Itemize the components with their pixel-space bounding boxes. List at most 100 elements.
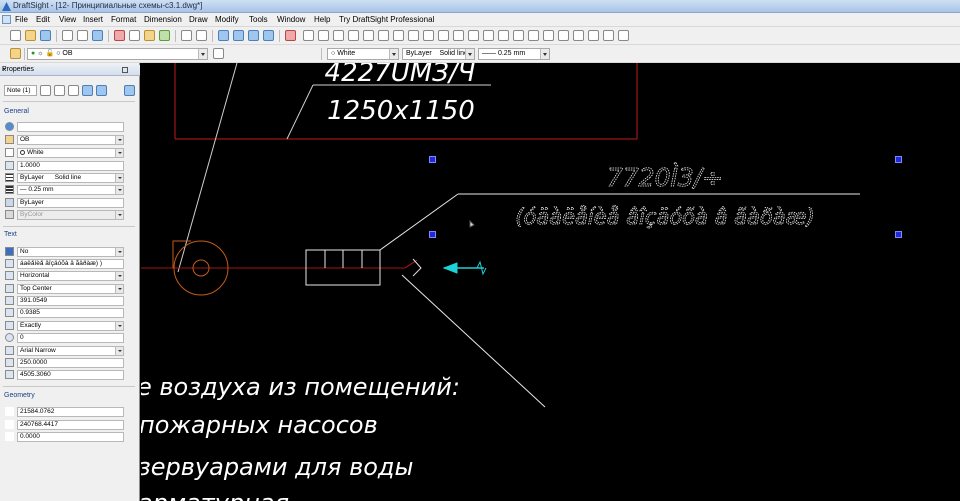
undo-icon[interactable] [181, 30, 192, 41]
zoom-extents-icon[interactable] [263, 30, 274, 41]
menu-dimension[interactable]: Dimension [144, 15, 182, 24]
circle-icon[interactable] [393, 30, 404, 41]
quick-select-icon[interactable] [40, 85, 51, 96]
linetype-field[interactable]: ByLayer Solid line [17, 173, 124, 183]
toggle-pickadd-icon[interactable] [68, 85, 79, 96]
lineweight-select[interactable]: —— 0.25 mm [478, 48, 550, 60]
copy-properties-icon[interactable] [96, 85, 107, 96]
lineweight-field-value: 0.25 mm [28, 186, 54, 193]
block-icon[interactable] [483, 30, 494, 41]
layer-previous-icon[interactable] [213, 48, 224, 59]
selection-filter[interactable]: Note (1) [4, 85, 37, 96]
position-x-field[interactable]: 21584.0762 [17, 407, 124, 417]
menu-insert[interactable]: Insert [83, 15, 103, 24]
lineweight-field[interactable]: — 0.25 mm [17, 185, 124, 195]
scale-field[interactable]: 1.0000 [17, 161, 124, 171]
print-preview-icon[interactable] [77, 30, 88, 41]
color-select[interactable]: ○ White [327, 48, 399, 60]
diamond-icon[interactable] [603, 30, 614, 41]
handle-field[interactable] [17, 122, 124, 132]
ellipse-arc-icon[interactable] [438, 30, 449, 41]
menu-try-professional[interactable]: Try DraftSight Professional [339, 15, 434, 24]
menu-file[interactable]: File [15, 15, 28, 24]
contents-field[interactable]: áaëåíèå âîçäóõà â ãäðàæ) ) [17, 259, 124, 269]
polygon-icon[interactable] [348, 30, 359, 41]
color-field[interactable]: White [17, 148, 124, 158]
selection-grip[interactable] [429, 231, 436, 238]
save-icon[interactable] [40, 30, 51, 41]
layer-manager-icon[interactable] [10, 48, 21, 59]
menu-edit[interactable]: Edit [36, 15, 50, 24]
spline-icon[interactable] [408, 30, 419, 41]
line-icon[interactable] [303, 30, 314, 41]
rotation-icon [5, 333, 14, 342]
rotation-field[interactable]: 0 [17, 333, 124, 343]
zoom-window-icon[interactable] [248, 30, 259, 41]
text-style-field[interactable]: Arial Narrow [17, 346, 124, 356]
open-file-icon[interactable] [25, 30, 36, 41]
donut-icon[interactable] [618, 30, 629, 41]
drawing-canvas[interactable]: 4227ÙМЗ/Ч 1250x1150 7720Ì3/÷ (óäàëåíèå â… [141, 63, 960, 501]
rectangle-shape-icon[interactable] [588, 30, 599, 41]
spacing-style-field[interactable]: Exactly [17, 321, 124, 331]
redo-icon[interactable] [196, 30, 207, 41]
publish-icon[interactable] [92, 30, 103, 41]
width-field[interactable]: 391.0549 [17, 296, 124, 306]
defined-width-field[interactable]: 4505.3060 [17, 370, 124, 380]
hatch-icon[interactable] [468, 30, 479, 41]
menu-view[interactable]: View [59, 15, 76, 24]
select-objects-icon[interactable] [54, 85, 65, 96]
direction-value: Horizontal [20, 272, 50, 279]
rectangle-icon[interactable] [363, 30, 374, 41]
menu-draw[interactable]: Draw [189, 15, 208, 24]
position-z-field[interactable]: 0.0000 [17, 432, 124, 442]
position-y-field[interactable]: 240768.4417 [17, 420, 124, 430]
table-icon[interactable] [528, 30, 539, 41]
menu-window[interactable]: Window [277, 15, 305, 24]
menu-format[interactable]: Format [111, 15, 136, 24]
selection-grip[interactable] [429, 156, 436, 163]
direction-field[interactable]: Horizontal [17, 271, 124, 281]
layer-field[interactable]: OB [17, 135, 124, 145]
region-icon[interactable] [513, 30, 524, 41]
new-file-icon[interactable] [10, 30, 21, 41]
edit-icon[interactable] [82, 85, 93, 96]
note-icon[interactable] [543, 30, 554, 41]
simple-note-icon[interactable] [558, 30, 569, 41]
ellipse-icon[interactable] [423, 30, 434, 41]
justification-field[interactable]: Top Center [17, 284, 124, 294]
selection-grip[interactable] [895, 156, 902, 163]
layer-select[interactable]: ● ☼ 🔓 ○ OB [27, 48, 208, 60]
chevron-down-icon [115, 272, 123, 280]
format-painter-icon[interactable] [159, 30, 170, 41]
text-height-field[interactable]: 250.0000 [17, 358, 124, 368]
menu-help[interactable]: Help [314, 15, 330, 24]
pan-icon[interactable] [218, 30, 229, 41]
properties-icon[interactable] [285, 30, 296, 41]
paste-icon[interactable] [144, 30, 155, 41]
copy-icon[interactable] [129, 30, 140, 41]
annotative-field[interactable]: No [17, 247, 124, 257]
document-icon[interactable] [2, 15, 11, 24]
arc-icon[interactable] [378, 30, 389, 41]
text-height-icon [5, 358, 14, 367]
menu-modify[interactable]: Modify [215, 15, 239, 24]
selected-note-line2[interactable]: (óäàëåíèå âîçäóõà â ãàðàæ) [515, 204, 815, 230]
selection-grip[interactable] [895, 231, 902, 238]
construction-line-icon[interactable] [318, 30, 329, 41]
boundary-icon[interactable] [573, 30, 584, 41]
insert-block-icon[interactable] [498, 30, 509, 41]
print-icon[interactable] [62, 30, 73, 41]
polyline-icon[interactable] [333, 30, 344, 41]
point-icon[interactable] [453, 30, 464, 41]
menu-tools[interactable]: Tools [249, 15, 268, 24]
zoom-icon[interactable] [233, 30, 244, 41]
help-icon[interactable] [124, 85, 135, 96]
selected-note-line1[interactable]: 7720Ì3/÷ [606, 163, 723, 193]
plot-style-field[interactable]: ByLayer [17, 198, 124, 208]
linetype-select[interactable]: ByLayer Solid line [402, 48, 475, 60]
linetype-value: ByLayer [406, 50, 432, 57]
close-icon[interactable]: × [2, 65, 138, 74]
cut-icon[interactable] [114, 30, 125, 41]
line-spacing-field[interactable]: 0.9385 [17, 308, 124, 318]
